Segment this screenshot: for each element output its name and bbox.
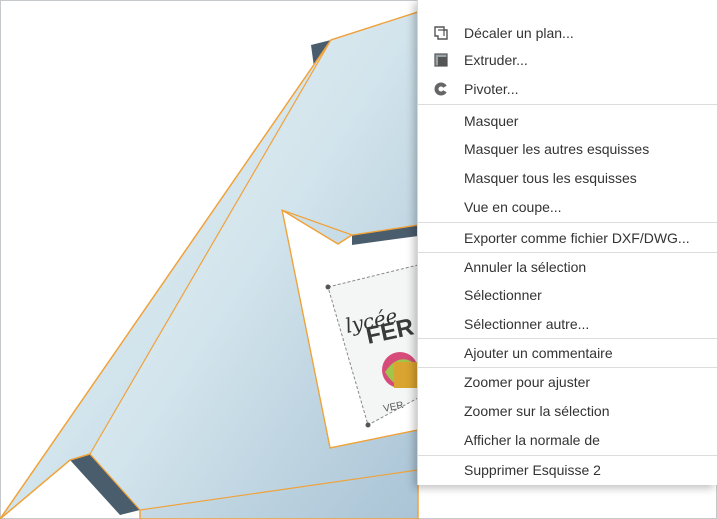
menu-item-hide-all-sketches[interactable]: Masquer tous les esquisses	[418, 165, 717, 191]
menu-item-hide-other-sketches[interactable]: Masquer les autres esquisses	[418, 136, 717, 162]
menu-item-view-normal-to[interactable]: Afficher la normale de	[418, 427, 717, 453]
menu-item-offset-plane[interactable]: Décaler un plan...	[418, 20, 717, 46]
part-face-detail	[89, 11, 419, 511]
menu-item-zoom-to-selection[interactable]: Zoomer sur la sélection	[418, 398, 717, 424]
logo-decal: lycée FER VER	[325, 264, 419, 428]
menu-separator	[418, 338, 717, 339]
menu-item-delete-sketch[interactable]: Supprimer Esquisse 2	[418, 457, 717, 483]
menu-item-label: Masquer les autres esquisses	[464, 141, 650, 157]
menu-item-label: Zoomer sur la sélection	[464, 403, 610, 419]
menu-item-label: Vue en coupe...	[464, 199, 562, 215]
extrude-icon	[434, 53, 448, 67]
menu-item-label: Masquer tous les esquisses	[464, 170, 637, 186]
menu-item-section-view[interactable]: Vue en coupe...	[418, 194, 717, 220]
menu-item-label: Extruder...	[464, 52, 528, 68]
menu-item-clear-selection[interactable]: Annuler la sélection	[418, 254, 717, 280]
menu-item-export-dxf[interactable]: Exporter comme fichier DXF/DWG...	[418, 225, 717, 251]
menu-item-label: Masquer	[464, 113, 519, 129]
menu-item-label: Supprimer Esquisse 2	[464, 462, 601, 478]
menu-item-zoom-to-fit[interactable]: Zoomer pour ajuster	[418, 369, 717, 395]
menu-separator	[418, 367, 717, 368]
menu-item-label: Zoomer pour ajuster	[464, 374, 591, 390]
menu-separator	[418, 104, 717, 105]
menu-item-label: Sélectionner	[464, 287, 542, 303]
menu-item-select-other[interactable]: Sélectionner autre...	[418, 311, 717, 337]
menu-item-label: Afficher la normale de	[464, 432, 600, 448]
menu-item-label: Sélectionner autre...	[464, 316, 590, 332]
offset-plane-icon	[434, 26, 448, 40]
menu-item-select[interactable]: Sélectionner	[418, 282, 717, 308]
context-menu: Décaler un plan... Extruder... Pivoter..…	[417, 0, 717, 485]
menu-separator	[418, 222, 717, 223]
menu-item-label: Exporter comme fichier DXF/DWG...	[464, 230, 690, 246]
menu-item-hide[interactable]: Masquer	[418, 108, 717, 134]
menu-item-label: Décaler un plan...	[464, 25, 574, 41]
menu-separator	[418, 455, 717, 456]
revolve-icon	[434, 82, 448, 96]
menu-item-label: Ajouter un commentaire	[464, 345, 613, 361]
menu-item-label: Annuler la sélection	[464, 259, 587, 275]
menu-item-revolve[interactable]: Pivoter...	[418, 76, 717, 102]
menu-item-extrude[interactable]: Extruder...	[418, 47, 717, 73]
menu-item-label: Pivoter...	[464, 81, 519, 97]
menu-separator	[418, 252, 717, 253]
menu-item-add-comment[interactable]: Ajouter un commentaire	[418, 340, 717, 366]
